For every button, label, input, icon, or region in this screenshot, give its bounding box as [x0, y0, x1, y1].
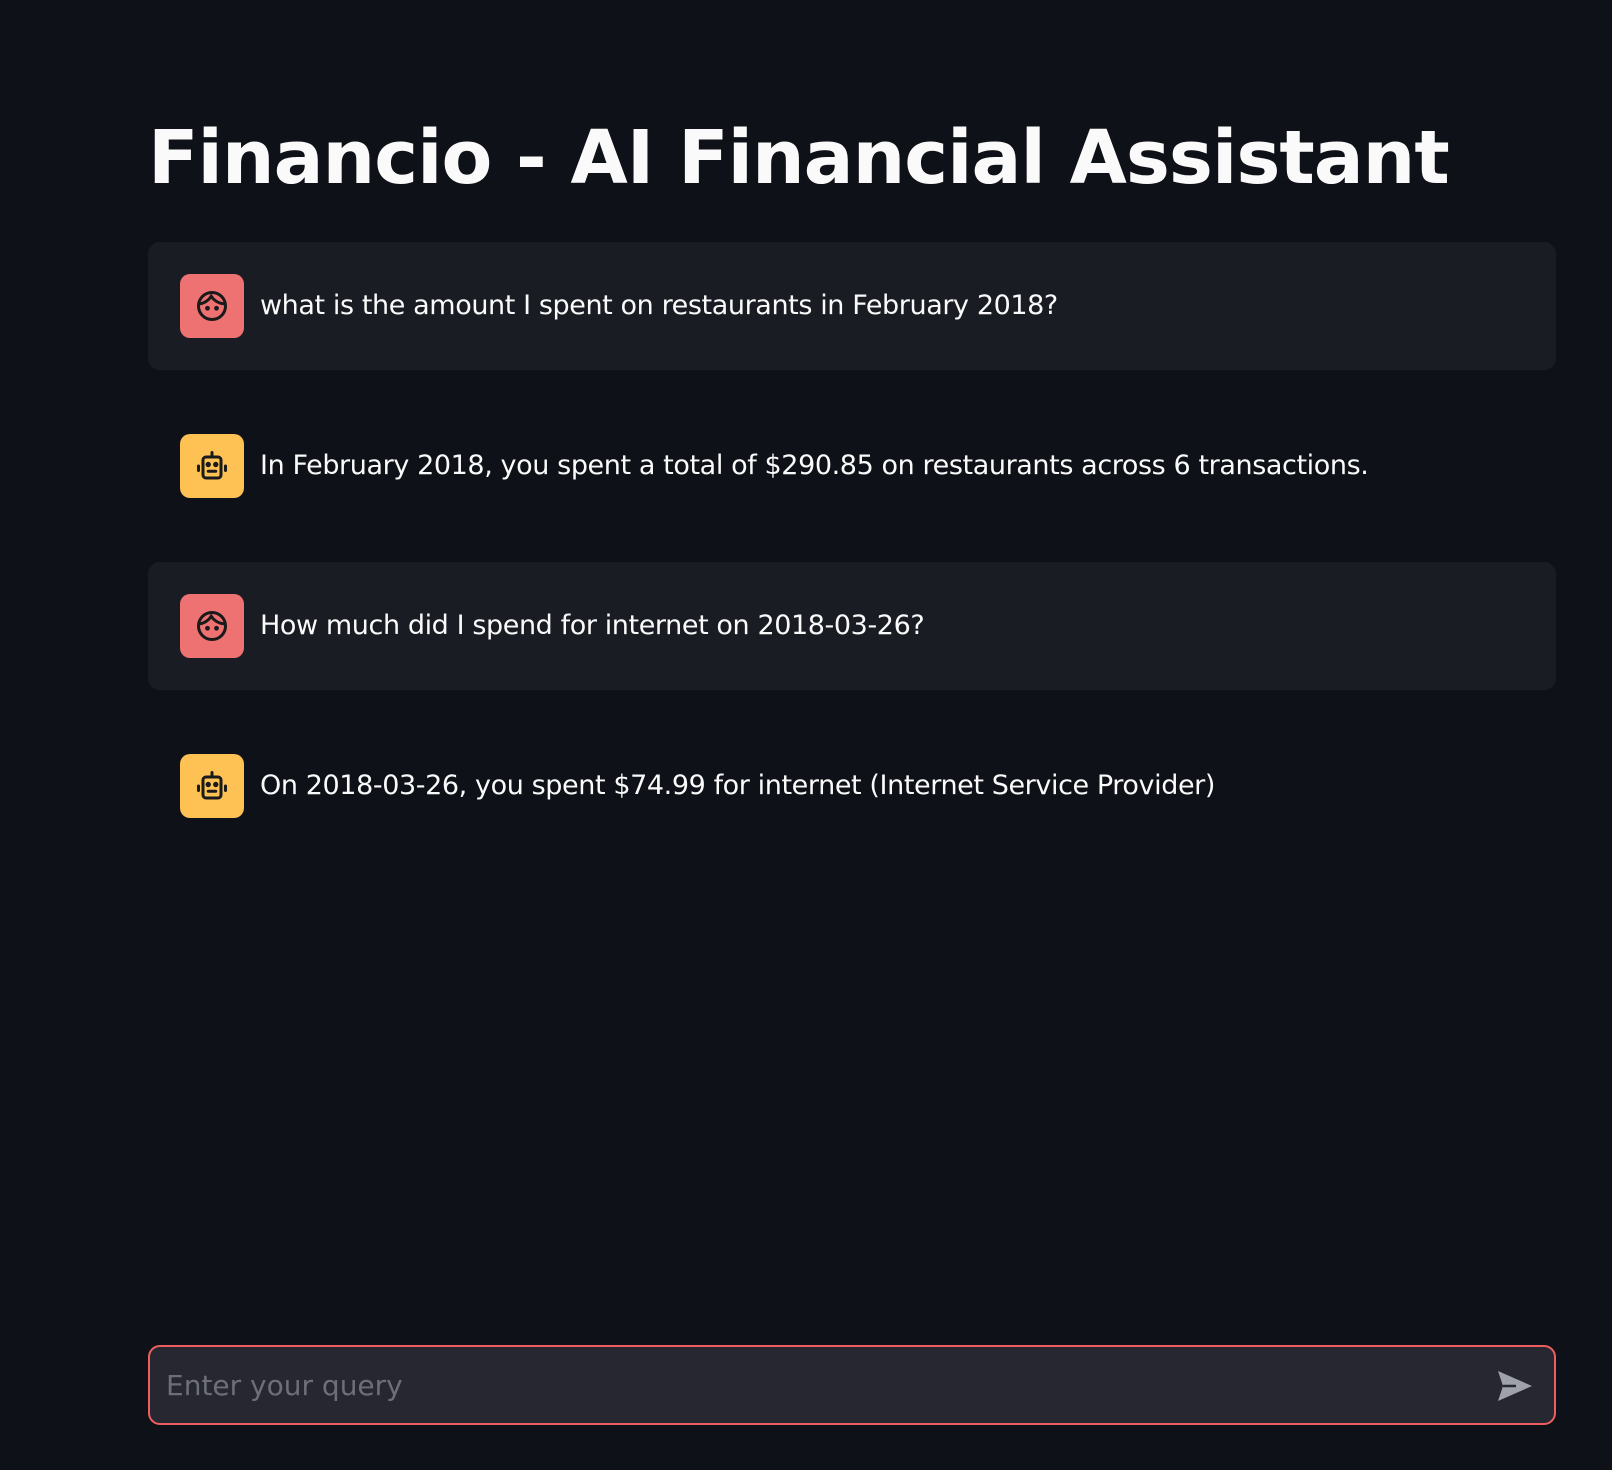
robot-icon — [197, 451, 227, 480]
chat-message-list: what is the amount I spent on restaurant… — [148, 242, 1556, 850]
message-text: In February 2018, you spent a total of $… — [260, 450, 1369, 481]
chat-message-assistant: On 2018-03-26, you spent $74.99 for inte… — [148, 722, 1556, 850]
chat-input-container — [148, 1345, 1556, 1425]
user-face-icon — [197, 611, 227, 641]
chat-message-assistant: In February 2018, you spent a total of $… — [148, 402, 1556, 530]
message-text: On 2018-03-26, you spent $74.99 for inte… — [260, 770, 1215, 801]
chat-message-user: How much did I spend for internet on 201… — [148, 562, 1556, 690]
message-text: How much did I spend for internet on 201… — [260, 610, 925, 641]
chat-message-user: what is the amount I spent on restaurant… — [148, 242, 1556, 370]
assistant-avatar — [180, 434, 244, 498]
send-icon — [1498, 1371, 1532, 1401]
query-input[interactable] — [166, 1347, 1466, 1423]
send-button[interactable] — [1494, 1365, 1536, 1407]
user-face-icon — [197, 291, 227, 321]
message-text: what is the amount I spent on restaurant… — [260, 290, 1058, 321]
page-title: Financio - AI Financial Assistant — [148, 115, 1450, 201]
user-avatar — [180, 274, 244, 338]
user-avatar — [180, 594, 244, 658]
assistant-avatar — [180, 754, 244, 818]
robot-icon — [197, 771, 227, 800]
